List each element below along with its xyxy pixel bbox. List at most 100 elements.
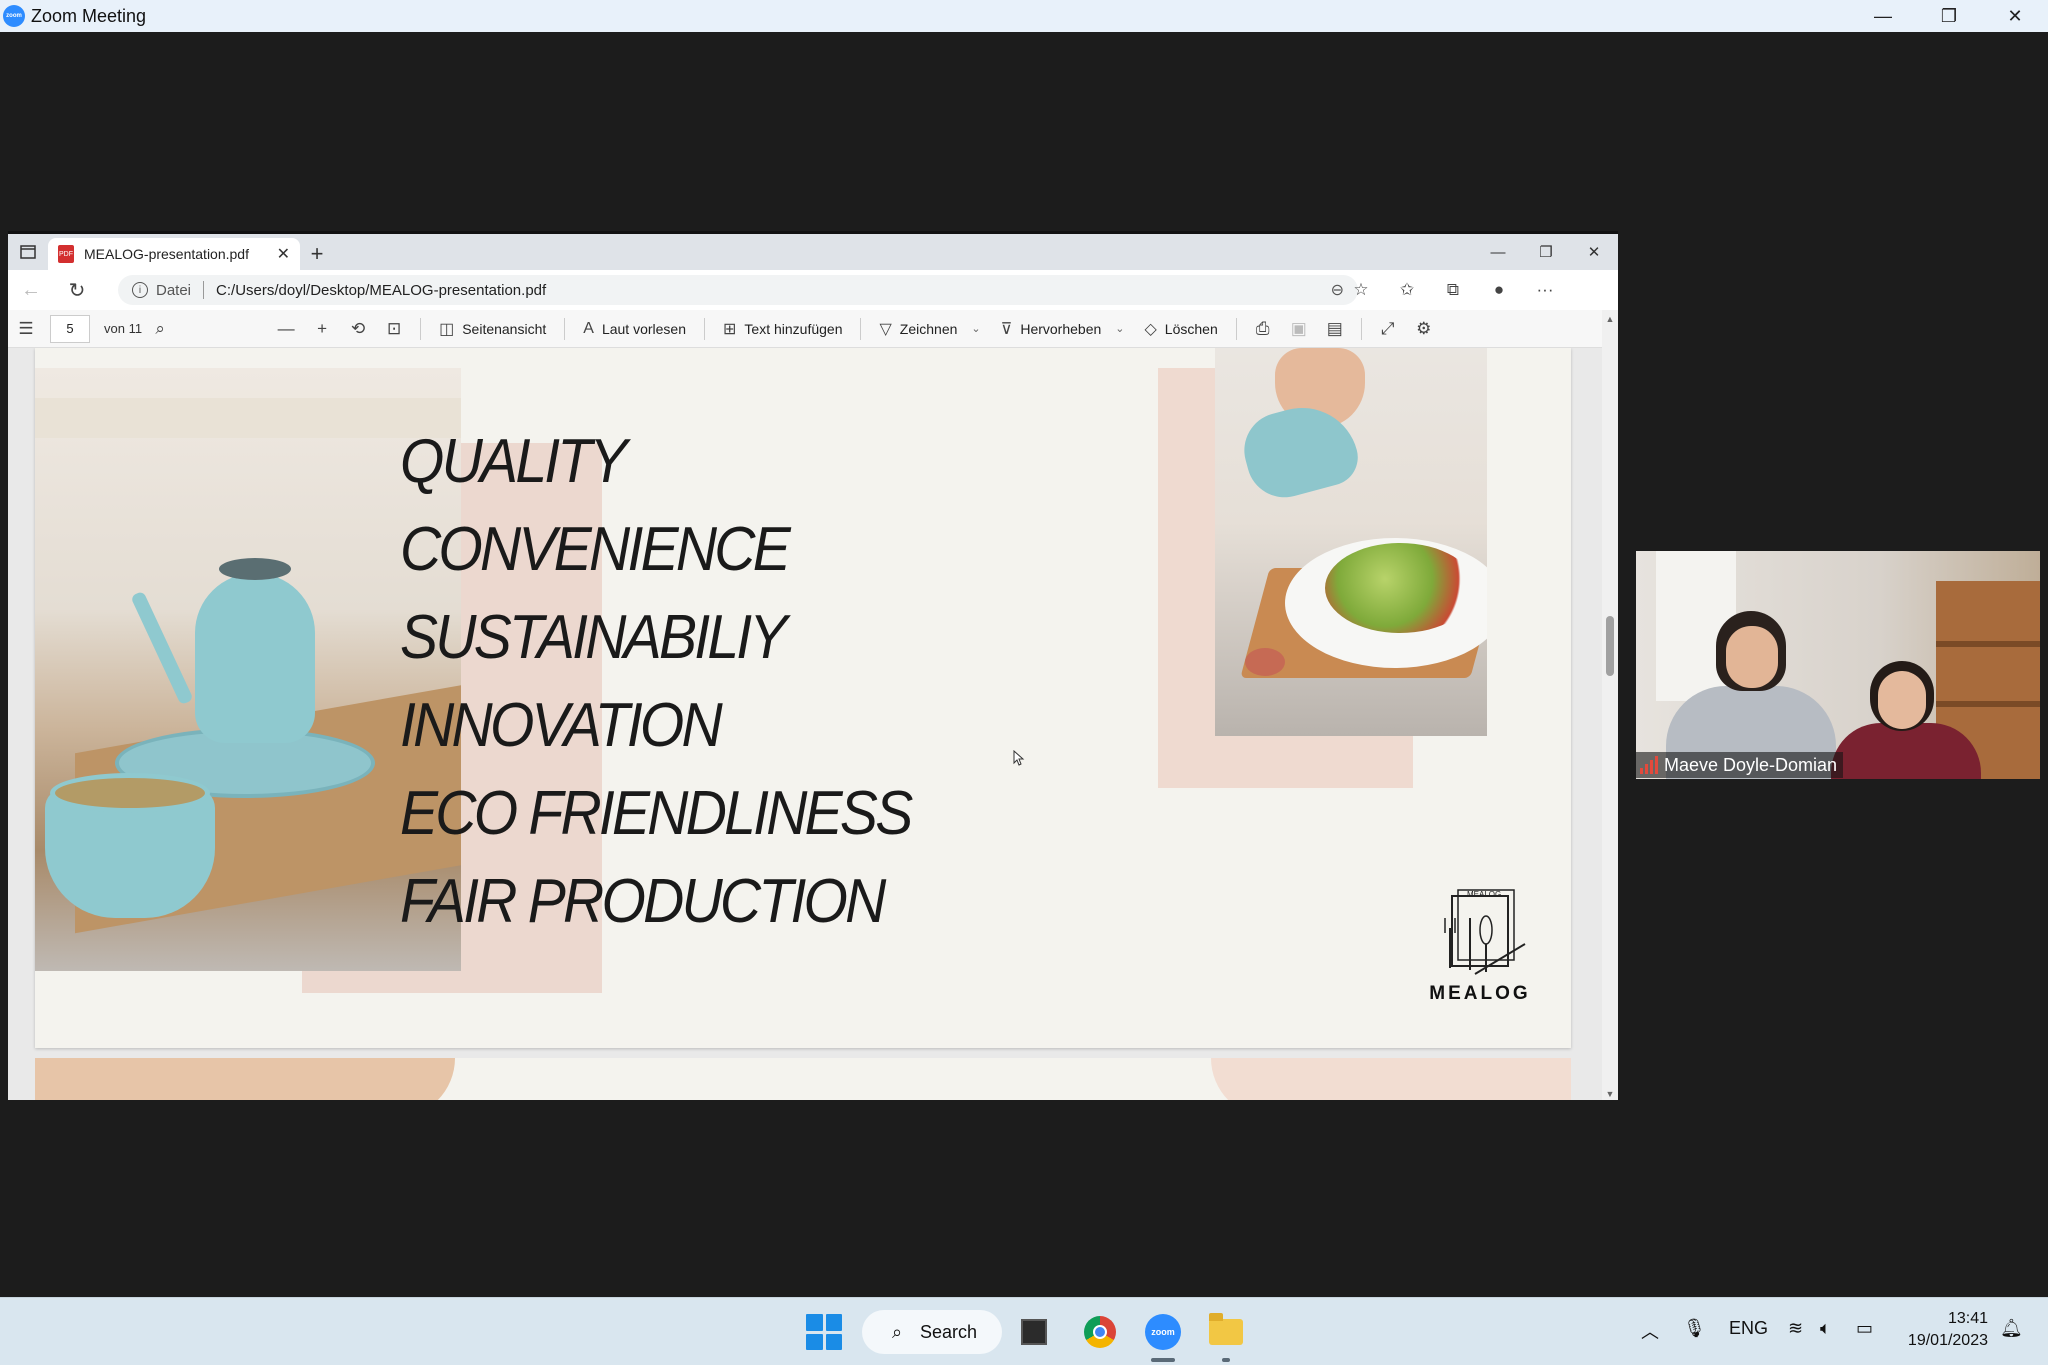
logo-small-label: MEALOG <box>1467 890 1502 899</box>
fit-page-icon[interactable]: ⊡ <box>376 310 412 348</box>
mouse-cursor-icon <box>1013 750 1025 766</box>
chevron-up-icon[interactable]: ︿ <box>1641 1318 1659 1344</box>
browser-minimize-icon[interactable]: — <box>1474 234 1522 270</box>
participant-video[interactable] <box>1636 551 2040 779</box>
print-icon[interactable]: ⎙ <box>1245 310 1281 348</box>
browser-window-controls: — ❐ ✕ <box>1474 234 1618 270</box>
system-clock[interactable]: 13:41 19/01/2023 <box>1896 1308 1988 1352</box>
toolbar-divider <box>564 317 566 340</box>
pdf-viewport[interactable]: QUALITY CONVENIENCE SUSTAINABILIY INNOVA… <box>8 348 1618 1100</box>
running-app-indicator <box>1222 1358 1230 1362</box>
url-divider <box>203 281 205 299</box>
new-tab-button[interactable]: + <box>300 238 334 270</box>
page-view-button[interactable]: ◫ Seitenansicht <box>429 310 556 348</box>
taskbar-search[interactable]: ⌕ Search <box>862 1310 1002 1354</box>
browser-restore-icon[interactable]: ❐ <box>1522 234 1570 270</box>
save-as-icon[interactable]: ▤ <box>1317 310 1353 348</box>
zoom-logo-icon: zoom <box>3 5 25 27</box>
file-explorer-icon[interactable] <box>1206 1312 1246 1352</box>
rotate-icon[interactable]: ⟲ <box>340 310 376 348</box>
info-icon[interactable]: i <box>132 282 148 298</box>
search-icon: ⌕ <box>892 1321 903 1342</box>
profile-avatar-icon[interactable]: ● <box>1476 270 1522 310</box>
minimize-button[interactable]: — <box>1850 0 1916 32</box>
add-text-icon: ⊞ <box>723 320 737 338</box>
keyword-sustainability: SUSTAINABILIY <box>400 603 787 672</box>
read-aloud-icon: A <box>583 319 594 337</box>
search-label: Search <box>920 1321 978 1342</box>
fullscreen-icon[interactable]: ⤢ <box>1370 310 1406 348</box>
scroll-down-arrow-icon[interactable]: ▼ <box>1602 1087 1618 1100</box>
windows-start-icon[interactable] <box>806 1314 842 1350</box>
microphone-icon[interactable]: 🎙︎ <box>1683 1318 1706 1339</box>
clock-date: 19/01/2023 <box>1907 1332 1988 1349</box>
value-keywords: QUALITY CONVENIENCE SUSTAINABILIY INNOVA… <box>400 418 955 946</box>
pdf-page: QUALITY CONVENIENCE SUSTAINABILIY INNOVA… <box>35 348 1571 1048</box>
scrollbar-thumb[interactable] <box>1606 616 1614 676</box>
url-text: C:/Users/doyl/Desktop/MEALOG-presentatio… <box>216 281 547 299</box>
close-button[interactable]: ✕ <box>1982 0 2048 32</box>
kettle-product-photo <box>35 368 461 971</box>
pdf-scrollbar[interactable]: ▲ ▼ <box>1602 310 1618 1100</box>
page-view-icon: ◫ <box>439 320 455 338</box>
pdf-toolbar: ☰ 5 von 11 ⌕ — + ⟲ ⊡ ◫ Seitenansicht A Lau… <box>8 310 1618 348</box>
add-favorite-icon[interactable]: ☆ <box>1338 270 1384 310</box>
toolbar-divider <box>1360 317 1362 340</box>
wifi-icon[interactable]: ≋ <box>1788 1318 1803 1339</box>
window-title: Zoom Meeting <box>31 5 147 26</box>
zoom-app-icon[interactable]: zoom <box>1143 1312 1183 1352</box>
chevron-down-icon[interactable]: ⌄ <box>1115 322 1124 335</box>
toolbar-divider <box>704 317 705 340</box>
battery-icon[interactable]: ▭ <box>1856 1318 1873 1339</box>
collections-icon[interactable]: ⧉ <box>1430 270 1476 310</box>
restore-button[interactable]: ❐ <box>1916 0 1982 32</box>
page-total: von 11 <box>104 321 143 336</box>
toolbar-divider <box>420 317 422 340</box>
keyword-convenience: CONVENIENCE <box>400 515 791 584</box>
add-text-button[interactable]: ⊞ Text hinzufügen <box>713 310 852 348</box>
read-aloud-button[interactable]: A Laut vorlesen <box>573 310 696 348</box>
zoom-out-button[interactable]: — <box>268 310 304 348</box>
favorites-icon[interactable]: ✩ <box>1384 270 1430 310</box>
page-number-input[interactable]: 5 <box>50 314 90 343</box>
active-app-indicator <box>1151 1358 1175 1362</box>
chrome-icon[interactable] <box>1080 1312 1120 1352</box>
task-view-icon[interactable] <box>1014 1312 1054 1352</box>
chevron-down-icon[interactable]: ⌄ <box>971 322 980 335</box>
more-options-icon[interactable]: ··· <box>1522 270 1568 310</box>
keyword-fair-production: FAIR PRODUCTION <box>400 867 886 936</box>
highlight-label: Hervorheben <box>1020 320 1102 337</box>
add-text-label: Text hinzufügen <box>744 320 843 337</box>
back-arrow-icon[interactable]: ← <box>8 270 54 310</box>
volume-icon[interactable]: 🔈︎ <box>1820 1318 1831 1339</box>
tab-actions-icon[interactable] <box>8 234 48 270</box>
url-field[interactable]: i Datei C:/Users/doyl/Desktop/MEALOG-pre… <box>118 275 1358 305</box>
input-language[interactable]: ENG <box>1729 1318 1768 1339</box>
notification-bell-icon[interactable]: 🔔︎ <box>2000 1318 2023 1339</box>
tab-pdf[interactable]: PDF MEALOG-presentation.pdf ✕ <box>48 238 300 270</box>
keyword-eco-friendliness: ECO FRIENDLINESS <box>400 779 913 848</box>
erase-button[interactable]: ◇ Löschen <box>1134 310 1227 348</box>
address-bar-actions: ☆ ✩ ⧉ ● ··· <box>1338 270 1568 310</box>
draw-button[interactable]: ▽ Zeichnen ⌄ <box>869 310 990 348</box>
search-icon[interactable]: ⌕ <box>142 310 178 348</box>
address-bar: ← ↻ i Datei C:/Users/doyl/Desktop/MEALOG… <box>8 270 1618 310</box>
keyword-innovation: INNOVATION <box>400 691 723 760</box>
refresh-icon[interactable]: ↻ <box>54 270 100 310</box>
save-icon[interactable]: ▣ <box>1281 310 1317 348</box>
browser-tabstrip: PDF MEALOG-presentation.pdf ✕ + — ❐ ✕ <box>8 234 1618 270</box>
browser-close-icon[interactable]: ✕ <box>1570 234 1618 270</box>
scroll-up-arrow-icon[interactable]: ▲ <box>1602 312 1618 326</box>
zoom-in-button[interactable]: + <box>304 310 340 348</box>
settings-gear-icon[interactable]: ⚙ <box>1406 310 1442 348</box>
highlight-button[interactable]: ⊽ Hervorheben ⌄ <box>991 310 1135 348</box>
mealog-logo: MEALOG MEALOG <box>1415 888 1545 1018</box>
toolbar-divider <box>860 317 862 340</box>
mealog-logo-icon <box>1444 889 1526 975</box>
shared-screen: PDF MEALOG-presentation.pdf ✕ + — ❐ ✕ ← … <box>8 231 1618 1100</box>
contents-list-icon[interactable]: ☰ <box>8 310 44 348</box>
zoom-titlebar: zoom Zoom Meeting — ❐ ✕ <box>0 0 2048 32</box>
read-aloud-label: Laut vorlesen <box>601 320 686 337</box>
window-controls: — ❐ ✕ <box>1850 0 2048 32</box>
tab-close-icon[interactable]: ✕ <box>277 244 290 264</box>
